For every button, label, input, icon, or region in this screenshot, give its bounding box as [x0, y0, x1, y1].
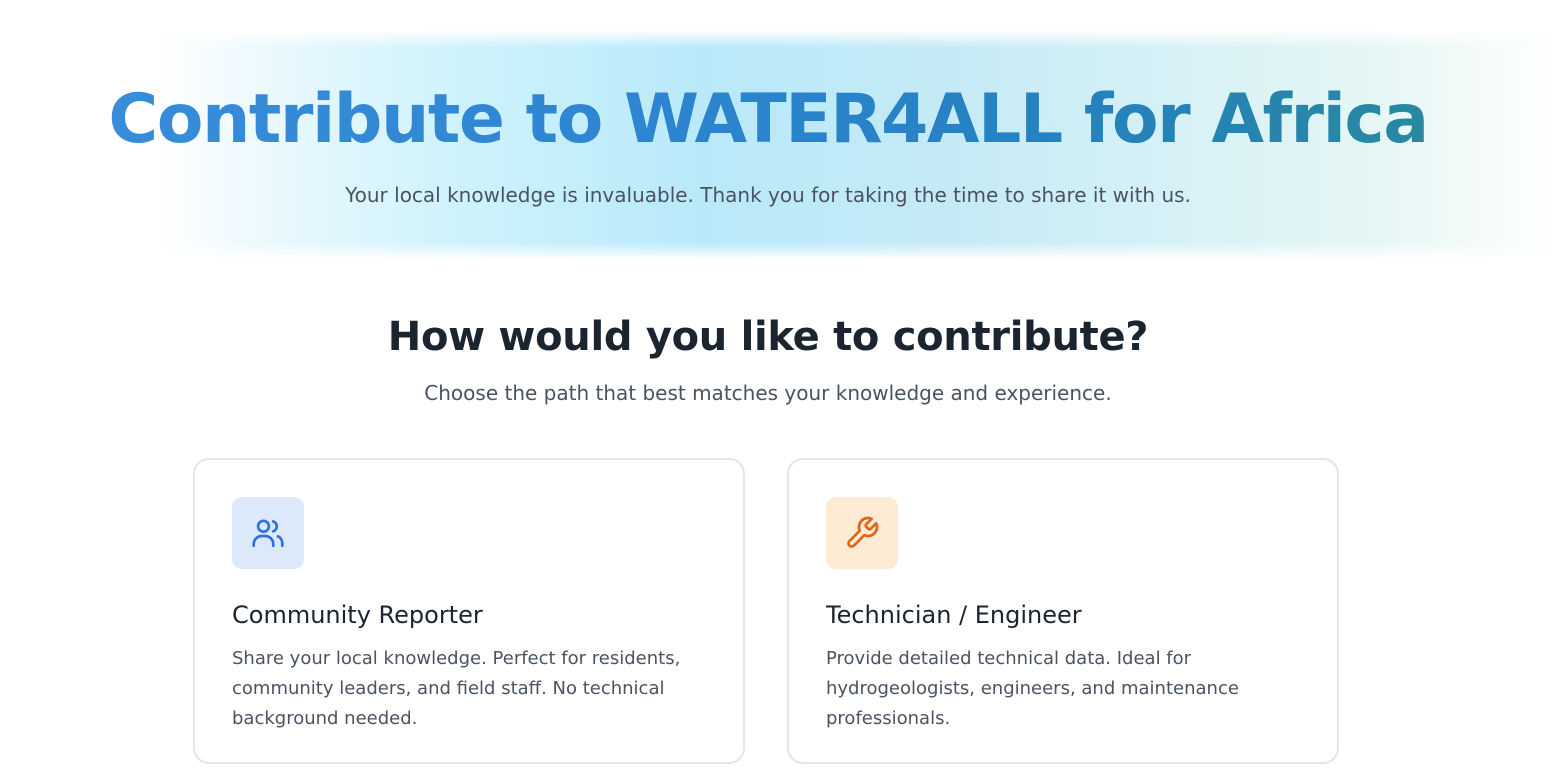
card-title: Community Reporter — [232, 601, 483, 629]
page: Contribute to WATER4ALL for Africa Your … — [0, 0, 1561, 775]
card-description: Provide detailed technical data. Ideal f… — [826, 648, 1239, 729]
section-title: How would you like to contribute? — [387, 314, 1149, 360]
technician-engineer-card[interactable]: Technician / Engineer Provide detailed t… — [787, 458, 1339, 764]
card-description: Share your local knowledge. Perfect for … — [232, 648, 681, 729]
wrench-icon — [826, 497, 898, 569]
card-title: Technician / Engineer — [826, 601, 1082, 629]
section-subtitle: Choose the path that best matches your k… — [424, 381, 1112, 405]
hero-subtitle: Your local knowledge is invaluable. Than… — [345, 183, 1191, 207]
hero-title: Contribute to WATER4ALL for Africa — [0, 74, 1536, 166]
community-reporter-card[interactable]: Community Reporter Share your local know… — [193, 458, 745, 764]
users-icon — [232, 497, 304, 569]
